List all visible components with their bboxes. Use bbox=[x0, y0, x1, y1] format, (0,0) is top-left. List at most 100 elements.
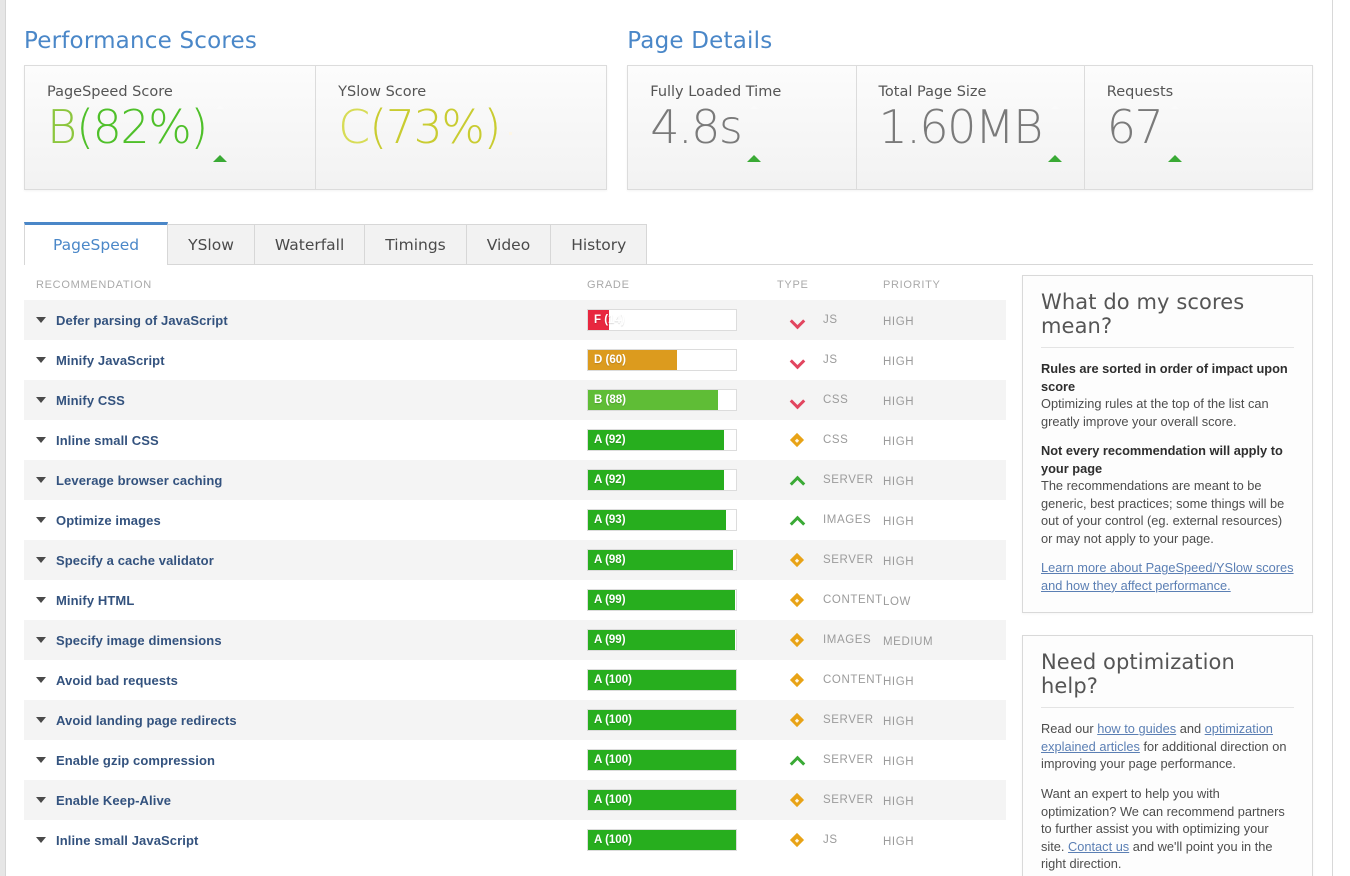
fully-loaded-time-card[interactable]: Fully Loaded Time 4.8s bbox=[628, 66, 857, 189]
trend-chevron-down-icon bbox=[791, 314, 804, 327]
trend-diamond-icon bbox=[789, 632, 805, 648]
priority-label: LOW bbox=[883, 595, 911, 608]
pagespeed-trend-up-icon bbox=[212, 101, 227, 162]
priority-cell: HIGH bbox=[883, 420, 1006, 460]
grade-bar-label: A (99) bbox=[594, 634, 626, 646]
recommendation-cell: Specify image dimensions bbox=[24, 620, 587, 660]
table-row[interactable]: Inline small JavaScript A (100) JS HIGH bbox=[24, 820, 1006, 860]
expand-caret-icon[interactable] bbox=[36, 637, 46, 643]
recommendation-label[interactable]: Minify HTML bbox=[56, 593, 134, 608]
recommendation-label[interactable]: Avoid bad requests bbox=[56, 673, 178, 688]
recommendation-cell: Enable gzip compression bbox=[24, 740, 587, 780]
recommendation-label[interactable]: Inline small JavaScript bbox=[56, 833, 198, 848]
recommendation-label[interactable]: Enable gzip compression bbox=[56, 753, 215, 768]
scores-explainer-link-para: Learn more about PageSpeed/YSlow scores … bbox=[1041, 559, 1294, 594]
expand-caret-icon[interactable] bbox=[36, 317, 46, 323]
table-row[interactable]: Leverage browser caching A (92) SERVER HIGH bbox=[24, 460, 1006, 500]
learn-more-scores-link[interactable]: Learn more about PageSpeed/YSlow scores … bbox=[1041, 560, 1294, 593]
tab-video[interactable]: Video bbox=[465, 224, 552, 264]
expand-caret-icon[interactable] bbox=[36, 557, 46, 563]
contact-us-link[interactable]: Contact us bbox=[1068, 839, 1129, 854]
recommendation-label[interactable]: Optimize images bbox=[56, 513, 161, 528]
how-to-guides-link[interactable]: how to guides bbox=[1097, 721, 1176, 736]
yslow-grade-letter: C bbox=[338, 100, 370, 154]
expand-caret-icon[interactable] bbox=[36, 517, 46, 523]
report-tabs: PageSpeed YSlow Waterfall Timings Video Histo… bbox=[24, 220, 1313, 265]
recommendation-label[interactable]: Specify image dimensions bbox=[56, 633, 222, 648]
expand-caret-icon[interactable] bbox=[36, 837, 46, 843]
table-row[interactable]: Avoid bad requests A (100) CONTENT HIGH bbox=[24, 660, 1006, 700]
optimization-help-para-2: Want an expert to help you with optimiza… bbox=[1041, 785, 1294, 873]
table-row[interactable]: Minify JavaScript D (60) JS HIGH bbox=[24, 340, 1006, 380]
scores-explainer-para-1: Rules are sorted in order of impact upon… bbox=[1041, 360, 1294, 430]
table-row[interactable]: Inline small CSS A (92) CSS HIGH bbox=[24, 420, 1006, 460]
priority-label: HIGH bbox=[883, 475, 915, 488]
scores-explainer-para-2: Not every recommendation will apply to y… bbox=[1041, 442, 1294, 547]
table-row[interactable]: Defer parsing of JavaScript F (14) JS HIGH bbox=[24, 300, 1006, 340]
performance-scores-title: Performance Scores bbox=[24, 28, 258, 54]
recommendation-cell: Inline small CSS bbox=[24, 420, 587, 460]
help-para1-mid: and bbox=[1176, 721, 1205, 737]
pagespeed-score-card[interactable]: PageSpeed Score B (82%) bbox=[25, 66, 317, 189]
table-row[interactable]: Optimize images A (93) IMAGES HIGH bbox=[24, 500, 1006, 540]
grade-cell: A (100) bbox=[587, 660, 777, 700]
recommendation-label[interactable]: Inline small CSS bbox=[56, 433, 159, 448]
recommendation-label[interactable]: Defer parsing of JavaScript bbox=[56, 313, 228, 328]
table-row[interactable]: Enable Keep-Alive A (100) SERVER HIGH bbox=[24, 780, 1006, 820]
expand-caret-icon[interactable] bbox=[36, 717, 46, 723]
table-row[interactable]: Specify a cache validator A (98) SERVER HIG… bbox=[24, 540, 1006, 580]
expand-caret-icon[interactable] bbox=[36, 797, 46, 803]
priority-label: HIGH bbox=[883, 355, 915, 368]
recommendation-label[interactable]: Avoid landing page redirects bbox=[56, 713, 237, 728]
tab-timings[interactable]: Timings bbox=[364, 224, 467, 264]
right-scroll-gutter[interactable] bbox=[1332, 0, 1350, 876]
trend-diamond-icon bbox=[789, 792, 805, 808]
table-row[interactable]: Minify CSS B (88) CSS HIGH bbox=[24, 380, 1006, 420]
tab-waterfall[interactable]: Waterfall bbox=[253, 224, 366, 264]
recommendation-cell: Avoid bad requests bbox=[24, 660, 587, 700]
pagespeed-score-label: PageSpeed Score bbox=[47, 84, 173, 100]
yslow-score-value: C (73%) bbox=[338, 100, 586, 154]
grade-bar: A (92) bbox=[587, 429, 737, 451]
expand-caret-icon[interactable] bbox=[36, 597, 46, 603]
grade-bar-label: A (100) bbox=[594, 794, 632, 806]
total-page-size-card[interactable]: Total Page Size 1.60MB bbox=[857, 66, 1085, 189]
priority-cell: HIGH bbox=[883, 700, 1006, 740]
pagespeed-grade-letter: B bbox=[47, 100, 77, 154]
trend-diamond-icon bbox=[789, 712, 805, 728]
yslow-score-card[interactable]: YSlow Score C (73%) bbox=[316, 66, 606, 189]
priority-cell: HIGH bbox=[883, 660, 1006, 700]
grade-bar-label: A (92) bbox=[594, 434, 626, 446]
expand-caret-icon[interactable] bbox=[36, 477, 46, 483]
priority-cell: HIGH bbox=[883, 460, 1006, 500]
recommendation-label[interactable]: Leverage browser caching bbox=[56, 473, 222, 488]
grade-cell: A (100) bbox=[587, 780, 777, 820]
recommendation-label[interactable]: Enable Keep-Alive bbox=[56, 793, 171, 808]
trend-chevron-up-icon bbox=[791, 754, 804, 767]
expand-caret-icon[interactable] bbox=[36, 437, 46, 443]
tab-yslow[interactable]: YSlow bbox=[167, 224, 255, 264]
tab-history[interactable]: History bbox=[550, 224, 648, 264]
recommendation-label[interactable]: Minify JavaScript bbox=[56, 353, 165, 368]
recommendation-label[interactable]: Minify CSS bbox=[56, 393, 125, 408]
requests-card[interactable]: Requests 67 bbox=[1085, 66, 1312, 189]
expand-caret-icon[interactable] bbox=[36, 397, 46, 403]
requests-label: Requests bbox=[1106, 84, 1174, 100]
type-label: SERVER bbox=[823, 794, 874, 806]
optimization-help-title: Need optimization help? bbox=[1041, 650, 1294, 709]
trend-chevron-down-icon bbox=[791, 354, 804, 367]
grade-cell: A (99) bbox=[587, 620, 777, 660]
recommendation-label[interactable]: Specify a cache validator bbox=[56, 553, 214, 568]
table-row[interactable]: Minify HTML A (99) CONTENT LOW bbox=[24, 580, 1006, 620]
summary-region: Performance Scores PageSpeed Score B (82… bbox=[7, 0, 1331, 190]
table-row[interactable]: Enable gzip compression A (100) SERVER HIGH bbox=[24, 740, 1006, 780]
tab-pagespeed[interactable]: PageSpeed bbox=[24, 222, 169, 265]
trend-chevron-up-icon bbox=[791, 474, 804, 487]
table-row[interactable]: Avoid landing page redirects A (100) SERVE… bbox=[24, 700, 1006, 740]
expand-caret-icon[interactable] bbox=[36, 677, 46, 683]
expand-caret-icon[interactable] bbox=[36, 357, 46, 363]
optimization-help-panel: Need optimization help? Read our how to … bbox=[1022, 635, 1313, 876]
yslow-grade-percent: (73%) bbox=[369, 100, 501, 154]
expand-caret-icon[interactable] bbox=[36, 757, 46, 763]
table-row[interactable]: Specify image dimensions A (99) IMAGES MEDI… bbox=[24, 620, 1006, 660]
